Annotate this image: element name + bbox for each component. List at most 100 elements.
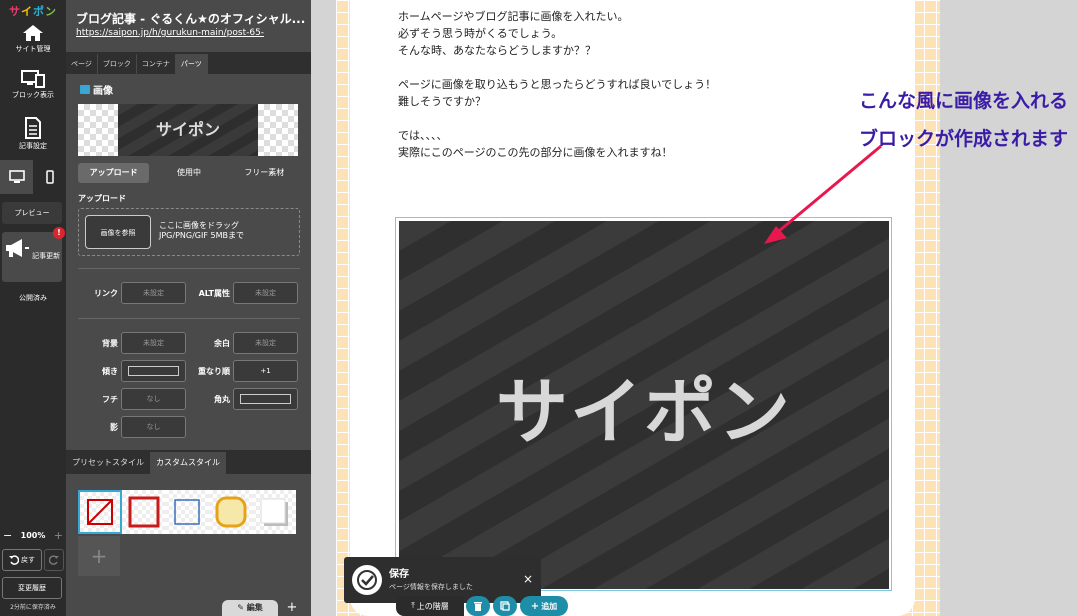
style-swatch-red-frame[interactable] bbox=[121, 490, 166, 534]
tab-upload[interactable]: アップロード bbox=[78, 163, 150, 183]
shadow-field[interactable]: なし bbox=[121, 416, 186, 438]
section-title: 画像 bbox=[80, 82, 113, 97]
annotation-line: ブロックが作成されます bbox=[858, 128, 1068, 150]
style-swatch-rounded-orange[interactable] bbox=[208, 490, 253, 534]
logo-char: ポ bbox=[33, 5, 45, 18]
page-title: ブログ記事 - ぐるくん★のオフィシャル... bbox=[76, 12, 306, 26]
redo-button[interactable] bbox=[44, 549, 64, 571]
article-line bbox=[398, 110, 716, 127]
preview-button[interactable]: プレビュー bbox=[2, 202, 62, 224]
zoom-in-button[interactable]: + bbox=[54, 529, 63, 542]
browse-image-button[interactable]: 画像を参照 bbox=[85, 215, 151, 249]
parts-panel: ブログ記事 - ぐるくん★のオフィシャル... https://saipon.j… bbox=[66, 0, 311, 616]
saipon-logo[interactable]: サイポン bbox=[2, 3, 64, 19]
zoom-control: − 100% + bbox=[0, 528, 66, 542]
update-article-button[interactable]: ! 記事更新 bbox=[2, 227, 65, 282]
undo-button[interactable]: 戻す bbox=[2, 549, 42, 571]
mobile-device-button[interactable] bbox=[33, 160, 66, 194]
article-settings-label: 記事設定 bbox=[19, 142, 47, 150]
app-root: サイポン サイト管理 ブロック表示 記事設定 プレビュー ! 記事更新 公開済み… bbox=[0, 0, 1078, 616]
image-thumbnail[interactable]: サイポン bbox=[78, 104, 298, 156]
tilt-field[interactable] bbox=[121, 360, 186, 382]
inserted-image[interactable]: サイポン bbox=[399, 221, 889, 589]
block-view-button[interactable]: ブロック表示 bbox=[0, 70, 66, 100]
article-line: そんな時、あなたならどうしますか？？ bbox=[398, 44, 596, 57]
history-label: 変更履歴 bbox=[18, 584, 46, 592]
style-swatch-blue-frame[interactable] bbox=[165, 490, 209, 534]
site-manage-label: サイト管理 bbox=[15, 45, 51, 53]
zoom-out-button[interactable]: − bbox=[3, 529, 12, 542]
preview-label: プレビュー bbox=[14, 209, 50, 217]
divider bbox=[78, 268, 300, 269]
style-swatch-shadow[interactable] bbox=[252, 490, 296, 534]
tab-free-material[interactable]: フリー素材 bbox=[229, 163, 300, 183]
link-field[interactable]: 未設定 bbox=[121, 282, 186, 304]
dropzone-hint-line: ここに画像をドラッグ bbox=[159, 221, 239, 230]
stack-order-field[interactable]: +1 bbox=[233, 360, 298, 382]
logo-char: イ bbox=[21, 5, 33, 18]
article-line: 実際にこのページのこの先の部分に画像を入れますね！ bbox=[398, 146, 673, 159]
image-logo-text: サイポン bbox=[495, 369, 792, 454]
style-tabs: プリセットスタイル カスタムスタイル bbox=[66, 450, 311, 474]
blue-frame-icon bbox=[174, 499, 200, 525]
document-icon bbox=[25, 117, 41, 139]
delete-block-button[interactable] bbox=[466, 596, 490, 616]
tab-page[interactable]: ページ bbox=[66, 54, 98, 74]
home-icon bbox=[23, 25, 43, 41]
tab-in-use[interactable]: 使用中 bbox=[153, 163, 224, 183]
toast-close-button[interactable]: × bbox=[523, 572, 533, 586]
article-text[interactable]: ホームページやブログ記事に画像を入れたい。 必ずそう思う時がくるでしょう。 そん… bbox=[398, 8, 716, 161]
tab-parts[interactable]: パーツ bbox=[175, 54, 208, 74]
page-url-link[interactable]: https://saipon.jp/h/gurukun-main/post-65… bbox=[76, 28, 308, 38]
dropzone-hint: ここに画像をドラッグ JPG/PNG/GIF 5MBまで bbox=[159, 221, 244, 241]
alt-field[interactable]: 未設定 bbox=[233, 282, 298, 304]
pencil-icon: ✎ bbox=[237, 603, 244, 612]
history-button[interactable]: 変更履歴 bbox=[2, 577, 62, 599]
rounded-frame-icon bbox=[215, 496, 247, 528]
tab-custom-style[interactable]: カスタムスタイル bbox=[150, 452, 226, 474]
margin-field[interactable]: 未設定 bbox=[233, 332, 298, 354]
image-dropzone[interactable]: 画像を参照 ここに画像をドラッグ JPG/PNG/GIF 5MBまで bbox=[78, 208, 300, 256]
plus-icon: + bbox=[530, 600, 540, 612]
background-label: 背景 bbox=[102, 339, 118, 348]
add-block-button[interactable]: + 追加 bbox=[520, 596, 568, 616]
red-frame-icon bbox=[128, 496, 160, 528]
style-swatch-none[interactable] bbox=[78, 490, 122, 534]
logo-char: サ bbox=[9, 5, 21, 18]
block-view-label: ブロック表示 bbox=[12, 91, 54, 99]
corner-radius-field[interactable] bbox=[233, 388, 298, 410]
site-manage-button[interactable]: サイト管理 bbox=[0, 24, 66, 54]
add-style-button[interactable]: + bbox=[78, 536, 120, 576]
transparent-pattern bbox=[258, 104, 298, 156]
autosave-status: 2分前に保存済み bbox=[10, 604, 56, 611]
parent-level-button[interactable]: ⤒ 上の階層 bbox=[396, 596, 464, 616]
add-part-button[interactable]: + bbox=[281, 600, 303, 616]
up-arrow-icon: ⤒ bbox=[411, 601, 415, 610]
article-line: ページに画像を取り込もうと思ったらどうすれば良いでしょう！ bbox=[398, 78, 717, 91]
device-toggle bbox=[0, 160, 66, 194]
edit-label: 編集 bbox=[246, 603, 263, 612]
smartphone-icon bbox=[45, 170, 54, 184]
undo-icon bbox=[9, 555, 19, 565]
tab-container[interactable]: コンテナ bbox=[137, 54, 176, 74]
shadow-label: 影 bbox=[110, 423, 118, 432]
redo-icon bbox=[49, 555, 59, 565]
article-line: 必ずそう思う時がくるでしょう。 bbox=[398, 27, 563, 40]
article-line: 難しそうですか？ bbox=[398, 95, 486, 108]
border-field[interactable]: なし bbox=[121, 388, 186, 410]
parent-level-label: 上の階層 bbox=[416, 601, 449, 611]
stack-order-label: 重なり順 bbox=[198, 367, 230, 376]
transparent-pattern bbox=[78, 104, 118, 156]
publish-state: 公開済み bbox=[19, 294, 47, 302]
tab-preset-style[interactable]: プリセットスタイル bbox=[66, 452, 150, 474]
background-field[interactable]: 未設定 bbox=[121, 332, 186, 354]
article-settings-button[interactable]: 記事設定 bbox=[0, 117, 66, 151]
trash-icon bbox=[474, 601, 482, 611]
corner-radius-label: 角丸 bbox=[214, 395, 230, 404]
duplicate-block-button[interactable] bbox=[493, 596, 517, 616]
desktop-device-button[interactable] bbox=[0, 160, 33, 194]
tilt-label: 傾き bbox=[102, 367, 118, 376]
toast-message: ページ情報を保存しました bbox=[389, 583, 473, 591]
tab-block[interactable]: ブロック bbox=[98, 54, 137, 74]
edit-button[interactable]: ✎ 編集 bbox=[222, 600, 278, 616]
